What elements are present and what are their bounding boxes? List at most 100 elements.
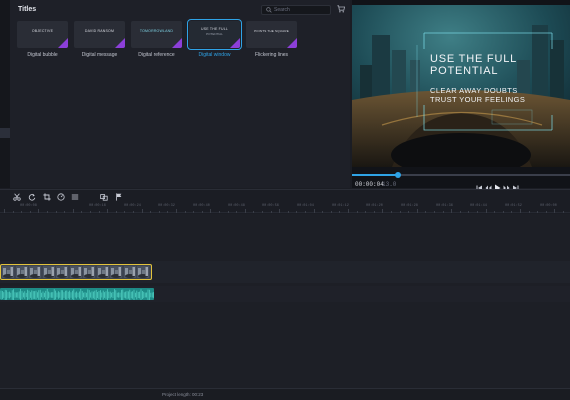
ruler-tick — [133, 211, 134, 213]
ruler-tick — [356, 211, 358, 213]
ruler-tick — [391, 211, 392, 213]
ruler-label: 00:00:00 — [540, 204, 557, 208]
clip-frame — [137, 266, 149, 278]
title-card-digital-reference[interactable]: TOMORROWLAND Digital reference — [131, 21, 182, 58]
category-item[interactable] — [0, 128, 10, 138]
premium-badge-icon — [230, 38, 240, 48]
ruler-tick — [270, 211, 272, 213]
clip-frame — [2, 266, 14, 278]
ruler-tick — [244, 209, 246, 213]
ruler-tick — [477, 211, 478, 213]
ruler-tick — [279, 209, 281, 213]
ruler-tick — [227, 211, 229, 213]
progress-handle[interactable] — [394, 172, 401, 178]
overlay-line: USE THE FULL — [430, 53, 518, 65]
ruler-tick — [210, 209, 212, 213]
audio-clip[interactable] — [0, 288, 154, 300]
video-clip[interactable] — [0, 264, 152, 280]
playback-progress[interactable] — [352, 172, 570, 178]
ruler-label: 00:01:20 — [366, 204, 383, 208]
ruler-tick — [55, 211, 57, 213]
ruler-tick — [262, 211, 263, 213]
crop-icon[interactable] — [43, 193, 51, 201]
status-bar: Project length: 00:23 — [0, 388, 570, 400]
title-card-flickering-lines[interactable]: POINTS THE SQUARE Flickering lines — [246, 21, 297, 58]
title-overlay: USE THE FULL POTENTIAL CLEAR AWAY DOUBTS… — [430, 53, 525, 104]
clip-frame — [29, 266, 41, 278]
flag-icon[interactable] — [115, 193, 123, 201]
ruler-tick — [124, 211, 126, 213]
thumb-text: POINTS THE SQUARE — [254, 29, 289, 33]
clip-frame — [123, 266, 136, 278]
video-preview[interactable]: USE THE FULL POTENTIAL CLEAR AWAY DOUBTS… — [352, 5, 570, 167]
clip-frame — [110, 266, 122, 278]
ruler-tick — [425, 211, 427, 213]
title-card-label: Digital reference — [138, 52, 175, 58]
ruler-tick — [554, 209, 556, 213]
title-card-label: Flickering lines — [254, 52, 289, 58]
scissors-icon[interactable] — [13, 193, 21, 201]
timeline-tracks[interactable] — [0, 214, 570, 388]
search-input[interactable] — [274, 6, 329, 14]
ruler-tick — [107, 209, 109, 213]
clip-frame — [69, 266, 82, 278]
ruler-tick — [47, 211, 48, 213]
thumb-text: TOMORROWLAND — [139, 29, 174, 33]
play-icon[interactable] — [494, 179, 501, 192]
thumb-text: OBJECTIVE — [31, 29, 54, 33]
skip-end-icon[interactable] — [512, 179, 519, 191]
preview-panel: USE THE FULL POTENTIAL CLEAR AWAY DOUBTS… — [352, 0, 570, 192]
ruler-tick — [4, 209, 5, 213]
split-screen-icon[interactable] — [100, 193, 108, 201]
title-card-label: Digital window — [198, 52, 231, 58]
skip-start-icon[interactable] — [476, 179, 483, 191]
ruler-tick — [348, 209, 349, 213]
ruler-tick — [399, 211, 401, 213]
ruler-tick — [416, 209, 418, 213]
ruler-tick — [528, 211, 530, 213]
cart-icon[interactable] — [337, 5, 345, 13]
ruler-label: 00:00:08 — [20, 204, 37, 208]
ruler-tick — [29, 211, 31, 213]
title-card-digital-window[interactable]: USE THE FULL POTENTIAL Digital window — [187, 19, 242, 58]
list-icon[interactable] — [71, 193, 79, 201]
clip-frame — [42, 266, 55, 278]
thumb-text: DAVID RANSOM — [84, 29, 115, 33]
ruler-tick — [296, 211, 298, 213]
video-editor-window: Titles OBJECTIVE Digital bubble DAVID RA… — [0, 0, 570, 400]
ruler-tick — [236, 211, 238, 213]
title-thumbnail: USE THE FULL POTENTIAL — [187, 19, 242, 50]
title-thumbnail: TOMORROWLAND — [131, 21, 182, 48]
thumb-text: POTENTIAL — [206, 32, 223, 36]
ruler-label: 00:00:32 — [158, 204, 175, 208]
ruler-tick — [12, 211, 14, 213]
ruler-tick — [253, 211, 255, 213]
ruler-tick — [322, 211, 324, 213]
ruler-tick — [193, 211, 195, 213]
ruler-tick — [373, 211, 375, 213]
step-back-icon[interactable] — [485, 179, 492, 191]
thumb-text: USE THE FULL — [200, 27, 229, 31]
step-forward-icon[interactable] — [503, 179, 510, 191]
overlay-line: TRUST YOUR FEELINGS — [430, 95, 526, 104]
ruler-label: 00:01:52 — [505, 204, 522, 208]
ruler-label: 00:01:28 — [401, 204, 418, 208]
title-card-digital-bubble[interactable]: OBJECTIVE Digital bubble — [17, 21, 68, 58]
ruler-tick — [442, 211, 444, 213]
ruler-tick — [502, 211, 504, 213]
timeline-ruler[interactable]: 00:00:08 00:00:16 00:00:24 00:00:32 00:0… — [0, 203, 570, 213]
ruler-tick — [537, 211, 539, 213]
ruler-tick — [305, 211, 306, 213]
ruler-tick — [408, 211, 410, 213]
speed-icon[interactable] — [57, 193, 65, 201]
overlay-line: POTENTIAL — [430, 65, 499, 77]
title-card-digital-message[interactable]: DAVID RANSOM Digital message — [74, 21, 125, 58]
search-box[interactable] — [261, 5, 331, 15]
ruler-tick — [563, 211, 564, 213]
duration-time: 13.0 — [382, 181, 397, 188]
project-length: Project length: 00:23 — [162, 392, 204, 397]
ruler-tick — [176, 209, 177, 213]
search-icon — [266, 7, 272, 13]
clip-frame — [96, 266, 109, 278]
redo-icon[interactable] — [28, 193, 36, 201]
